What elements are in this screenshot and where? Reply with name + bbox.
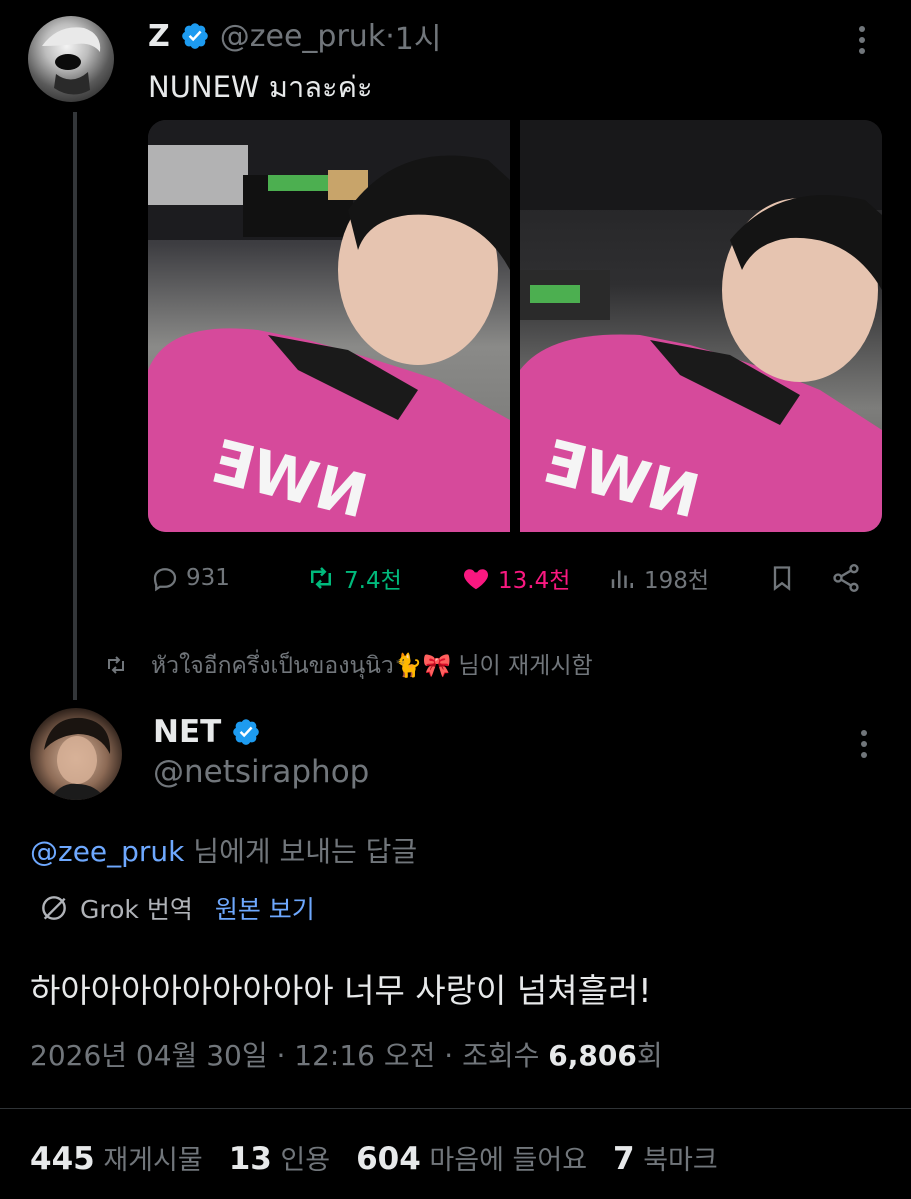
like-count: 13.4천 <box>498 568 571 594</box>
tweet2-text: 하아아아아아아아아아 너무 사랑이 넘쳐흘러! <box>30 971 652 1010</box>
author-name[interactable]: Z <box>148 19 170 54</box>
more-icon[interactable] <box>859 26 867 59</box>
bookmark-button[interactable] <box>768 560 802 596</box>
tweet1-header: Z @zee_pruk · 1시 <box>148 14 442 58</box>
author-name[interactable]: NET <box>153 714 221 750</box>
reply-to-link[interactable]: @zee_pruk <box>30 835 184 868</box>
show-original-link[interactable]: 원본 보기 <box>215 890 315 926</box>
verified-badge-icon <box>181 23 208 49</box>
likes-stat[interactable]: 604 마음에 들어요 <box>356 1138 587 1177</box>
meta-views-suffix: 회 <box>636 1039 663 1072</box>
tweet-photo-1[interactable]: ƎWИ <box>148 120 510 532</box>
engagement-stats: 445 재게시물 13 인용 604 마음에 들어요 7 북마크 <box>30 1138 718 1177</box>
tweet1-text: NUNEW มาละค่ะ <box>148 70 373 104</box>
tweet-photo-2[interactable]: ƎWИ <box>520 120 882 532</box>
tweet2-author: NET <box>153 712 261 752</box>
reply-icon <box>153 568 177 592</box>
avatar-net[interactable] <box>30 708 122 800</box>
quotes-stat[interactable]: 13 인용 <box>229 1138 330 1177</box>
retweet-count: 7.4천 <box>344 568 402 594</box>
bookmark-icon <box>773 566 791 591</box>
reply-to-suffix: 님에게 보내는 답글 <box>184 835 418 868</box>
like-button[interactable]: 13.4천 <box>460 560 570 596</box>
retweet-button[interactable]: 7.4천 <box>304 560 402 596</box>
grok-translate-label: Grok 번역 <box>80 895 193 924</box>
repost-notice[interactable]: หัวใจอีกครึ่งเป็นของนุนิว🐈🎀 님이 재게시함 <box>103 646 593 684</box>
divider <box>0 1108 911 1109</box>
verified-badge-icon <box>233 719 260 745</box>
share-button[interactable] <box>830 560 868 596</box>
reposts-stat[interactable]: 445 재게시물 <box>30 1138 203 1177</box>
more-icon[interactable] <box>861 730 869 763</box>
meta-datetime[interactable]: 2026년 04월 30일 · 12:16 오전 · 조회수 <box>30 1039 548 1072</box>
thread-line <box>73 112 77 700</box>
tweet2-meta: 2026년 04월 30일 · 12:16 오전 · 조회수 6,806회 <box>30 1034 663 1074</box>
retweet-icon <box>108 656 124 674</box>
author-handle[interactable]: @netsiraphop <box>153 754 369 790</box>
reply-count: 931 <box>186 565 230 591</box>
views-button[interactable]: 198천 <box>608 560 709 596</box>
author-handle[interactable]: @zee_pruk <box>220 19 385 54</box>
timestamp[interactable]: 1시 <box>395 14 442 58</box>
bookmarks-stat[interactable]: 7 북마크 <box>613 1138 718 1177</box>
repost-notice-text: หัวใจอีกครึ่งเป็นของนุนิว🐈🎀 님이 재게시함 <box>151 653 593 679</box>
heart-icon <box>463 569 489 590</box>
retweet-icon <box>311 567 331 589</box>
separator: · <box>385 18 395 54</box>
avatar-zee[interactable] <box>28 16 114 102</box>
meta-views: 6,806 <box>548 1039 637 1072</box>
share-icon <box>833 564 859 592</box>
reply-button[interactable]: 931 <box>150 560 230 596</box>
views-icon <box>611 570 633 588</box>
views-count: 198천 <box>644 568 710 594</box>
translate-row: Grok 번역 원본 보기 <box>38 890 315 926</box>
reply-context: @zee_pruk 님에게 보내는 답글 <box>30 830 417 870</box>
grok-icon <box>42 896 66 920</box>
